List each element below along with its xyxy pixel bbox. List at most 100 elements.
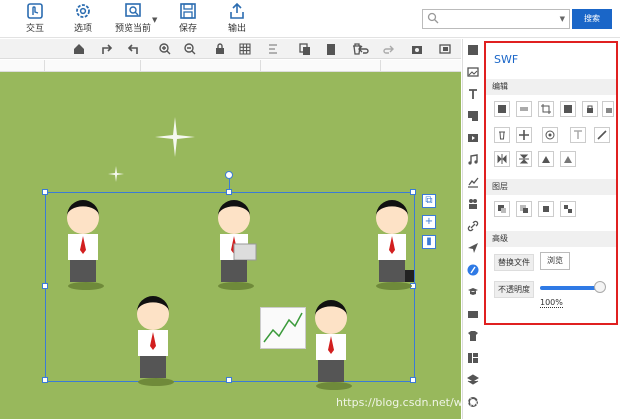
zoom-out-icon[interactable]: [183, 42, 197, 56]
person-figure-briefcase: [376, 200, 414, 290]
swf-icon[interactable]: [467, 264, 479, 276]
top-toolbar: 交互 选项 预览当前 ▼ 保存 输出 ▼ 搜索: [0, 0, 620, 38]
home-icon[interactable]: [72, 42, 86, 56]
person-figure-1: [67, 200, 104, 290]
cap-icon[interactable]: [467, 286, 479, 298]
copy-icon[interactable]: [298, 42, 312, 56]
send-to-back-icon[interactable]: [560, 201, 576, 217]
edit-toolbar: [0, 39, 461, 59]
crop-icon[interactable]: [538, 101, 554, 117]
options-label: 选项: [73, 24, 92, 34]
person-figure-laptop: [218, 200, 257, 290]
image-icon[interactable]: [467, 66, 479, 78]
camera-icon[interactable]: [410, 42, 424, 56]
rotate-left-icon[interactable]: [126, 42, 140, 56]
send-backward-icon[interactable]: [516, 201, 532, 217]
music-icon[interactable]: [467, 154, 479, 166]
rotate-handle[interactable]: [225, 171, 233, 179]
layers-icon[interactable]: [467, 374, 479, 386]
duplicate-button[interactable]: ⧉: [422, 194, 436, 208]
zoom-in-icon[interactable]: [158, 42, 172, 56]
gallery-icon[interactable]: [467, 308, 479, 320]
options-button[interactable]: 选项: [60, 2, 106, 34]
video-icon[interactable]: [467, 132, 479, 144]
search-button[interactable]: 搜索: [572, 9, 612, 29]
component-icon-bar: [462, 39, 482, 419]
align-icon[interactable]: [266, 42, 280, 56]
trash-button[interactable]: ▮: [422, 235, 436, 249]
lock-icon[interactable]: [213, 42, 227, 56]
target-icon[interactable]: [542, 127, 558, 143]
section-layer-header: 图层: [486, 179, 616, 195]
person-figure-5: [315, 300, 352, 390]
unlock-item-icon[interactable]: [602, 101, 614, 117]
mirror-icon[interactable]: [538, 151, 554, 167]
chart-icon[interactable]: [467, 176, 479, 188]
lock-item-icon[interactable]: [582, 101, 598, 117]
stage-canvas[interactable]: ⧉ + ▮: [0, 72, 461, 419]
preview-label: 预览当前: [114, 24, 151, 34]
brush-icon[interactable]: [594, 127, 610, 143]
touch-icon: [27, 3, 43, 19]
plane-icon[interactable]: [467, 242, 479, 254]
opacity-slider-handle[interactable]: [594, 281, 606, 293]
interaction-button[interactable]: 交互: [12, 2, 58, 34]
opacity-slider-track[interactable]: [540, 286, 600, 290]
resize-handle-n[interactable]: [226, 189, 232, 195]
fit-icon[interactable]: [494, 101, 510, 117]
add-button[interactable]: +: [422, 215, 436, 229]
sparkle-icon: [155, 117, 195, 157]
preview-dropdown-icon[interactable]: ▼: [152, 16, 157, 24]
properties-panel: SWF 编辑 图层 高级 替换文件 浏览 不透明度 100%: [484, 41, 618, 325]
bring-forward-icon[interactable]: [494, 201, 510, 217]
small-sparkle-icon: [108, 166, 124, 182]
save-button[interactable]: 保存: [165, 2, 211, 34]
browse-button[interactable]: 浏览: [540, 252, 570, 270]
delete-item-icon[interactable]: [494, 127, 510, 143]
editor-window: 交互 选项 预览当前 ▼ 保存 输出 ▼ 搜索 ⧉ + ▮ SWF 编辑 图层 …: [0, 0, 620, 419]
bring-to-front-icon[interactable]: [538, 201, 554, 217]
move-icon[interactable]: [516, 127, 532, 143]
text-icon[interactable]: [467, 88, 479, 100]
export-label: 输出: [227, 24, 246, 34]
save-frame-icon[interactable]: [560, 101, 576, 117]
link-icon[interactable]: [467, 220, 479, 232]
search-dropdown-icon[interactable]: ▼: [560, 15, 565, 23]
resize-handle-se[interactable]: [410, 377, 416, 383]
opacity-label: 不透明度: [494, 281, 534, 298]
layout-icon[interactable]: [467, 352, 479, 364]
watermark: https://blog.csdn.net/weixin_43744600: [336, 396, 551, 409]
export-button[interactable]: 输出: [214, 2, 260, 34]
rotate-right-icon[interactable]: [100, 42, 114, 56]
resize-handle-nw[interactable]: [42, 189, 48, 195]
person-figure-4: [137, 296, 174, 386]
people-icon[interactable]: [467, 198, 479, 210]
redo-icon[interactable]: [382, 42, 396, 56]
search-input[interactable]: ▼: [422, 9, 570, 29]
search-icon: [427, 12, 439, 24]
section-advanced-header: 高级: [486, 231, 616, 247]
gear-icon: [76, 4, 90, 18]
mirror-alt-icon[interactable]: [560, 151, 576, 167]
resize-handle-ne[interactable]: [410, 189, 416, 195]
opacity-value[interactable]: 100%: [540, 298, 563, 308]
export-icon: [230, 2, 244, 19]
text-style-icon[interactable]: [570, 127, 586, 143]
chart-thumbnail: [260, 307, 306, 349]
flip-icon[interactable]: [516, 101, 532, 117]
flip-vertical-icon[interactable]: [516, 151, 532, 167]
resize-handle-sw[interactable]: [42, 377, 48, 383]
component-icon[interactable]: [467, 44, 479, 56]
shirt-icon[interactable]: [467, 330, 479, 342]
preview-button[interactable]: 预览当前: [109, 2, 157, 34]
shape-icon[interactable]: [467, 110, 479, 122]
section-edit-header: 编辑: [486, 79, 616, 95]
window-icon[interactable]: [438, 42, 452, 56]
flip-horizontal-icon[interactable]: [494, 151, 510, 167]
undo-icon[interactable]: [356, 42, 370, 56]
resize-handle-w[interactable]: [42, 283, 48, 289]
grid-icon[interactable]: [238, 42, 252, 56]
resize-handle-s[interactable]: [226, 377, 232, 383]
preview-icon: [125, 3, 141, 17]
paste-icon[interactable]: [324, 42, 338, 56]
